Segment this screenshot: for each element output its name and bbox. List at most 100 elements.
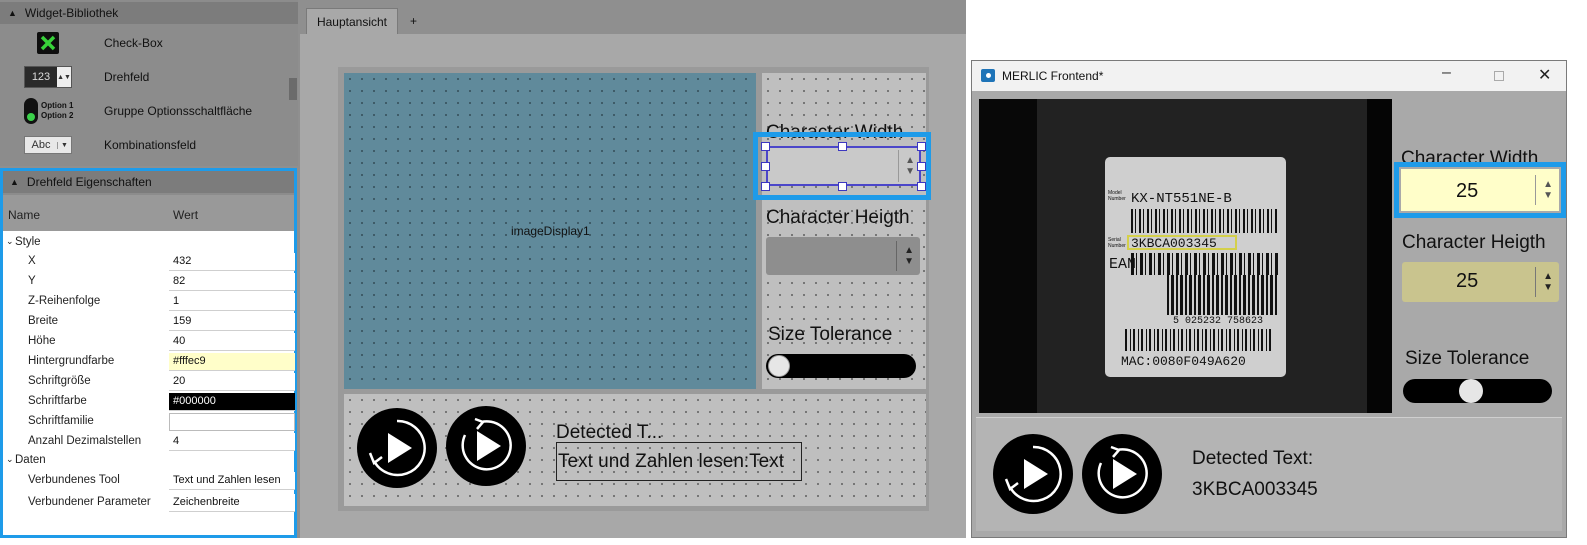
prop-row-fontfamily: Schriftfamilie <box>3 412 295 432</box>
prop-value[interactable]: Text und Zahlen lesen <box>169 472 295 490</box>
library-item-checkbox[interactable]: Check-Box <box>0 26 298 60</box>
maximize-button[interactable] <box>1494 71 1504 81</box>
char-height-spinbox[interactable]: 25 ▲ ▼ <box>1402 262 1559 302</box>
detected-text-label: Detected Text: <box>1192 448 1314 469</box>
resize-handle[interactable] <box>838 182 847 191</box>
prop-value[interactable]: 432 <box>169 253 295 271</box>
prop-value[interactable]: 1 <box>169 293 295 311</box>
prop-row-fontcolor: Schriftfarbe #000000 <box>3 392 295 412</box>
image-display-widget[interactable]: imageDisplay1 <box>344 73 756 389</box>
spinbox-arrows[interactable]: ▲ ▼ <box>896 241 914 271</box>
size-tolerance-slider[interactable] <box>1403 379 1552 403</box>
prop-value[interactable]: #000000 <box>169 393 295 411</box>
group-style[interactable]: ⌄ Style <box>3 233 294 253</box>
spinbox-arrows[interactable]: ▲ ▼ <box>898 150 915 182</box>
prop-row-width: Breite 159 <box>3 312 295 332</box>
product-label: Model Number KX-NT551NE-B Serial Number … <box>1105 157 1286 377</box>
minimize-button[interactable]: – <box>1442 64 1451 82</box>
design-area: Hauptansicht + imageDisplay1 Character W… <box>300 0 966 538</box>
combobox-sample: Abc <box>31 139 51 151</box>
tab-bar <box>300 0 966 34</box>
prop-name: Y <box>28 275 36 287</box>
run-continuous-button[interactable] <box>1082 434 1162 514</box>
prop-value[interactable] <box>169 413 295 431</box>
serial-caption: Serial Number <box>1108 237 1126 249</box>
group-data[interactable]: ⌄ Daten <box>3 451 294 471</box>
size-tolerance-label: Size Tolerance <box>1405 348 1530 369</box>
library-item-label: Gruppe Optionsschaltfläche <box>104 104 253 118</box>
prop-value[interactable]: Zeichenbreite <box>169 494 295 512</box>
close-button[interactable]: ✕ <box>1538 65 1551 85</box>
resize-handle[interactable] <box>917 182 926 191</box>
detected-text-label: Detected T... <box>556 422 663 443</box>
char-height-spinbox[interactable]: ▲ ▼ <box>766 237 920 275</box>
properties-grid: ⌄ Style X 432 Y 82 Z-Reihenfolge 1 Breite 15… <box>3 231 295 535</box>
column-name: Name <box>8 208 41 222</box>
library-scrollbar[interactable] <box>289 78 297 100</box>
prop-name: Schriftgröße <box>28 375 91 387</box>
prop-name: Schriftfarbe <box>28 395 87 407</box>
barcode <box>1131 253 1279 275</box>
prop-row-z: Z-Reihenfolge 1 <box>3 292 295 312</box>
resize-handle[interactable] <box>917 162 926 171</box>
run-once-button[interactable] <box>993 434 1073 514</box>
library-item-radio-group[interactable]: Option 1 Option 2 Gruppe Optionsschaltfl… <box>0 94 298 128</box>
collapse-icon[interactable]: ▲ <box>8 8 17 18</box>
resize-handle[interactable] <box>761 142 770 151</box>
run-once-button[interactable] <box>357 408 437 488</box>
model-number: KX-NT551NE-B <box>1131 191 1232 207</box>
prop-name: Hintergrundfarbe <box>28 355 115 367</box>
radio-group-icon: Option 1 Option 2 <box>24 98 76 124</box>
library-header[interactable]: ▲ Widget-Bibliothek <box>0 2 298 24</box>
prop-value[interactable]: #fffec9 <box>169 353 295 371</box>
properties-header[interactable]: ▲ Drehfeld Eigenschaften <box>3 171 294 193</box>
slider-thumb[interactable] <box>768 355 790 377</box>
spinbox-arrows[interactable]: ▲ ▼ <box>1535 175 1553 205</box>
frontend-window: MERLIC Frontend* – ✕ Model Number KX-NT5… <box>971 60 1567 538</box>
prop-row-height: Höhe 40 <box>3 332 295 352</box>
spinbox-icon: 123 ▲▼ <box>24 64 72 90</box>
slider-thumb[interactable] <box>1459 379 1483 403</box>
prop-value[interactable]: 159 <box>169 313 295 331</box>
prop-name: Breite <box>28 315 59 327</box>
barcode <box>1125 329 1273 351</box>
size-tolerance-slider[interactable] <box>766 354 916 378</box>
prop-value[interactable]: 82 <box>169 273 295 291</box>
resize-handle[interactable] <box>761 182 770 191</box>
char-height-label: Character Heigth <box>766 207 910 228</box>
tab-hauptansicht[interactable]: Hauptansicht <box>306 8 398 34</box>
run-continuous-button[interactable] <box>446 406 526 486</box>
prop-row-tool: Verbundenes Tool Text und Zahlen lesen <box>3 471 295 491</box>
app-icon <box>981 69 995 82</box>
prop-value[interactable]: 4 <box>169 433 295 451</box>
run-continuous-icon <box>461 417 512 471</box>
prop-value[interactable]: 20 <box>169 373 295 391</box>
resize-handle[interactable] <box>761 162 770 171</box>
char-width-spinbox[interactable]: ▲ ▼ <box>766 146 921 186</box>
prop-value[interactable]: 40 <box>169 333 295 351</box>
add-tab-button[interactable]: + <box>410 14 417 28</box>
title-bar: MERLIC Frontend* – ✕ <box>972 61 1566 91</box>
prop-row-decimals: Anzahl Dezimalstellen 4 <box>3 432 295 452</box>
group-label: Style <box>15 236 41 248</box>
library-item-label: Check-Box <box>104 36 163 50</box>
resize-handle[interactable] <box>838 142 847 151</box>
resize-handle[interactable] <box>917 142 926 151</box>
option2-label: Option 2 <box>41 111 74 120</box>
bottom-panel: Detected Text: 3KBCA003345 <box>976 417 1562 531</box>
properties-title: Drehfeld Eigenschaften <box>26 175 152 189</box>
library-item-combobox[interactable]: Abc ▼ Kombinationsfeld <box>0 128 298 162</box>
bound-text-widget[interactable]: Text und Zahlen lesen:Text <box>556 442 802 481</box>
collapse-icon[interactable]: ▲ <box>10 177 19 187</box>
ean-number: 5 025232 758623 <box>1173 316 1264 327</box>
group-label: Daten <box>15 454 46 466</box>
library-item-spinbox[interactable]: 123 ▲▼ Drehfeld <box>0 60 298 94</box>
editor-window: ▲ Widget-Bibliothek Check-Box 123 ▲▼ Dre… <box>0 0 966 538</box>
prop-name: Z-Reihenfolge <box>28 295 101 307</box>
char-width-spinbox[interactable]: 25 ▲ ▼ <box>1401 169 1559 211</box>
prop-row-x: X 432 <box>3 252 295 272</box>
prop-row-fontsize: Schriftgröße 20 <box>3 372 295 392</box>
spinbox-arrows[interactable]: ▲ ▼ <box>1535 267 1553 297</box>
spinbox-sample: 123 <box>31 71 51 83</box>
prop-name: X <box>28 255 36 267</box>
